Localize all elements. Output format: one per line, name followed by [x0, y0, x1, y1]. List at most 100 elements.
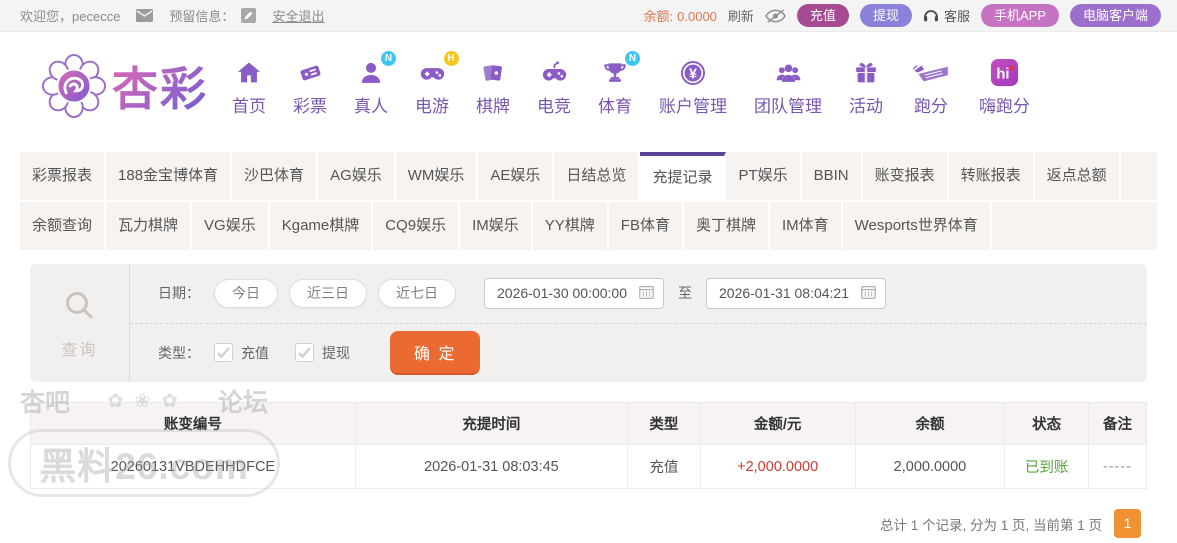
trophy-icon: N — [601, 50, 640, 90]
table-cell: +2,000.0000 — [699, 444, 856, 489]
checkbox-label: 提现 — [322, 344, 350, 361]
yen-coin-icon: ¥ — [678, 56, 708, 90]
eye-off-icon[interactable] — [764, 8, 786, 23]
nav-item-4[interactable]: H 电游 — [415, 50, 459, 117]
nav-item-5[interactable]: 棋牌 — [476, 56, 510, 117]
page-1-button[interactable]: 1 — [1114, 509, 1141, 538]
type-filter-row: 类型： 充值 提现 确 定 — [130, 322, 1147, 383]
table-cell: 20260131VBDEHHDFCE — [30, 444, 356, 489]
envelope-icon[interactable] — [136, 9, 154, 22]
column-header: 金额/元 — [699, 402, 856, 445]
runscore-icon — [910, 56, 952, 90]
nav-item-2[interactable]: 彩票 — [293, 56, 327, 117]
svg-text:¥: ¥ — [689, 66, 697, 82]
deposit-button[interactable]: 充值 — [796, 4, 849, 27]
nav-item-3[interactable]: N 真人 — [354, 50, 396, 117]
logout-link[interactable]: 安全退出 — [272, 6, 324, 25]
main-nav: 首页 彩票 N 真人 H 电游 棋牌 电竞 N 体育 ¥ 账户管理 团队管理 活动 跑分 hi 嗨跑分 — [232, 50, 1030, 117]
calendar-icon — [861, 285, 876, 302]
tab-日结总览[interactable]: 日结总览 — [554, 152, 641, 200]
tab-转账报表[interactable]: 转账报表 — [949, 152, 1035, 200]
checkbox-充值[interactable]: 充值 — [214, 343, 269, 363]
records-table: 账变编号 充提时间 类型 金额/元 余额 状态 备注 20260131VBDEHHDFCE 2… — [30, 402, 1148, 489]
tab-AE娱乐[interactable]: AE娱乐 — [478, 152, 555, 200]
date-filter-row: 日期： 今日 近三日 近七日 2026-01-30 00:00:00 至 2026-… — [130, 264, 1147, 323]
nav-item-6[interactable]: 电竞 — [537, 56, 571, 117]
nav-item-9[interactable]: 团队管理 — [754, 56, 822, 117]
service-label: 客服 — [943, 9, 970, 24]
date-to-value: 2026-01-31 08:04:21 — [719, 285, 849, 302]
tab-IM娱乐[interactable]: IM娱乐 — [460, 202, 533, 250]
topbar: 欢迎您，pececce 预留信息： 安全退出 余额: 0.0000 刷新 充值 提… — [0, 0, 1177, 32]
tab-IM体育[interactable]: IM体育 — [770, 202, 843, 250]
pc-client-button[interactable]: 电脑客户端 — [1069, 4, 1161, 27]
tab-PT娱乐[interactable]: PT娱乐 — [726, 152, 802, 200]
nav-item-7[interactable]: N 体育 — [598, 50, 640, 117]
query-button[interactable]: 查询 — [30, 264, 130, 382]
tab-YY棋牌[interactable]: YY棋牌 — [533, 202, 609, 250]
date-from-value: 2026-01-30 00:00:00 — [497, 285, 627, 302]
site-header: 杏彩 首页 彩票 N 真人 H 电游 棋牌 电竞 N 体育 ¥ 账户管理 团队管理 活动 跑分 hi 嗨跑分 — [0, 32, 1177, 140]
type-label: 类型： — [158, 344, 200, 361]
checkbox-提现[interactable]: 提现 — [295, 343, 350, 363]
tab-row-2: 余额查询 瓦力棋牌 VG娱乐 Kgame棋牌 CQ9娱乐 IM娱乐 YY棋牌 FB体育 奥丁棋牌… — [20, 202, 1157, 250]
mobile-app-button[interactable]: 手机APP — [980, 4, 1059, 27]
withdraw-button[interactable]: 提现 — [859, 4, 912, 27]
tab-彩票报表[interactable]: 彩票报表 — [20, 152, 107, 200]
chess-cards-icon — [479, 56, 507, 90]
nav-item-11[interactable]: 跑分 — [910, 56, 952, 117]
tab-188金宝博体育[interactable]: 188金宝博体育 — [106, 152, 233, 200]
tab-FB体育[interactable]: FB体育 — [609, 202, 684, 250]
quick-range-今日[interactable]: 今日 — [214, 278, 278, 308]
nav-item-12[interactable]: hi 嗨跑分 — [979, 56, 1030, 117]
confirm-button[interactable]: 确 定 — [390, 330, 481, 375]
table-body: 20260131VBDEHHDFCE 2026-01-31 08:03:45 充值 +… — [30, 444, 1148, 489]
badge-n: N — [381, 50, 396, 66]
checkbox-box — [214, 343, 233, 363]
customer-service[interactable]: 客服 — [923, 6, 970, 25]
tab-充提记录[interactable]: 充提记录 — [640, 152, 727, 200]
date-to-input[interactable]: 2026-01-31 08:04:21 — [706, 277, 886, 309]
balance-label: 余额: — [643, 9, 674, 24]
nav-item-1[interactable]: 首页 — [232, 56, 266, 117]
tab-AG娱乐[interactable]: AG娱乐 — [318, 152, 396, 200]
nav-item-8[interactable]: ¥ 账户管理 — [659, 56, 727, 117]
column-header: 账变编号 — [30, 402, 356, 445]
tab-CQ9娱乐[interactable]: CQ9娱乐 — [373, 202, 461, 250]
refresh-link[interactable]: 刷新 — [728, 6, 754, 25]
tab-奥丁棋牌[interactable]: 奥丁棋牌 — [684, 202, 770, 250]
tab-余额查询[interactable]: 余额查询 — [20, 202, 107, 250]
edit-icon[interactable] — [241, 8, 257, 23]
nav-label: 账户管理 — [659, 96, 727, 116]
nav-label: 彩票 — [293, 96, 327, 116]
table-cell: 2026-01-31 08:03:45 — [354, 444, 629, 489]
tab-返点总额[interactable]: 返点总额 — [1035, 152, 1121, 200]
table-cell: 充值 — [627, 444, 701, 489]
tab-Wesports世界体育[interactable]: Wesports世界体育 — [843, 202, 992, 250]
tab-瓦力棋牌[interactable]: 瓦力棋牌 — [106, 202, 193, 250]
tab-WM娱乐[interactable]: WM娱乐 — [396, 152, 479, 200]
quick-range-近三日[interactable]: 近三日 — [289, 278, 367, 308]
filter-panel: 查询 日期： 今日 近三日 近七日 2026-01-30 00:00:00 至 20… — [30, 264, 1147, 382]
column-header: 充提时间 — [354, 402, 629, 445]
tab-Kgame棋牌[interactable]: Kgame棋牌 — [270, 202, 374, 250]
nav-item-10[interactable]: 活动 — [849, 56, 883, 117]
home-icon — [235, 56, 263, 90]
tab-VG娱乐[interactable]: VG娱乐 — [192, 202, 270, 250]
tab-账变报表[interactable]: 账变报表 — [863, 152, 949, 200]
tab-沙巴体育[interactable]: 沙巴体育 — [232, 152, 319, 200]
date-from-input[interactable]: 2026-01-30 00:00:00 — [484, 277, 664, 309]
magnifier-icon — [60, 287, 100, 332]
tab-BBIN[interactable]: BBIN — [802, 152, 863, 200]
quick-range-近七日[interactable]: 近七日 — [378, 278, 456, 308]
checkbox-label: 充值 — [241, 344, 269, 361]
balance: 余额: 0.0000 — [644, 6, 717, 25]
tab-row-1: 彩票报表 188金宝博体育 沙巴体育 AG娱乐 WM娱乐 AE娱乐 日结总览 充提记录 PT娱乐… — [20, 152, 1157, 200]
nav-label: 棋牌 — [476, 96, 510, 116]
brand-logo[interactable]: 杏彩 — [42, 53, 208, 119]
gift-icon — [852, 56, 880, 90]
nav-label: 体育 — [598, 96, 632, 116]
query-label: 查询 — [61, 341, 98, 359]
badge-n: N — [625, 50, 640, 66]
table-cell: 2,000.0000 — [854, 444, 1006, 489]
